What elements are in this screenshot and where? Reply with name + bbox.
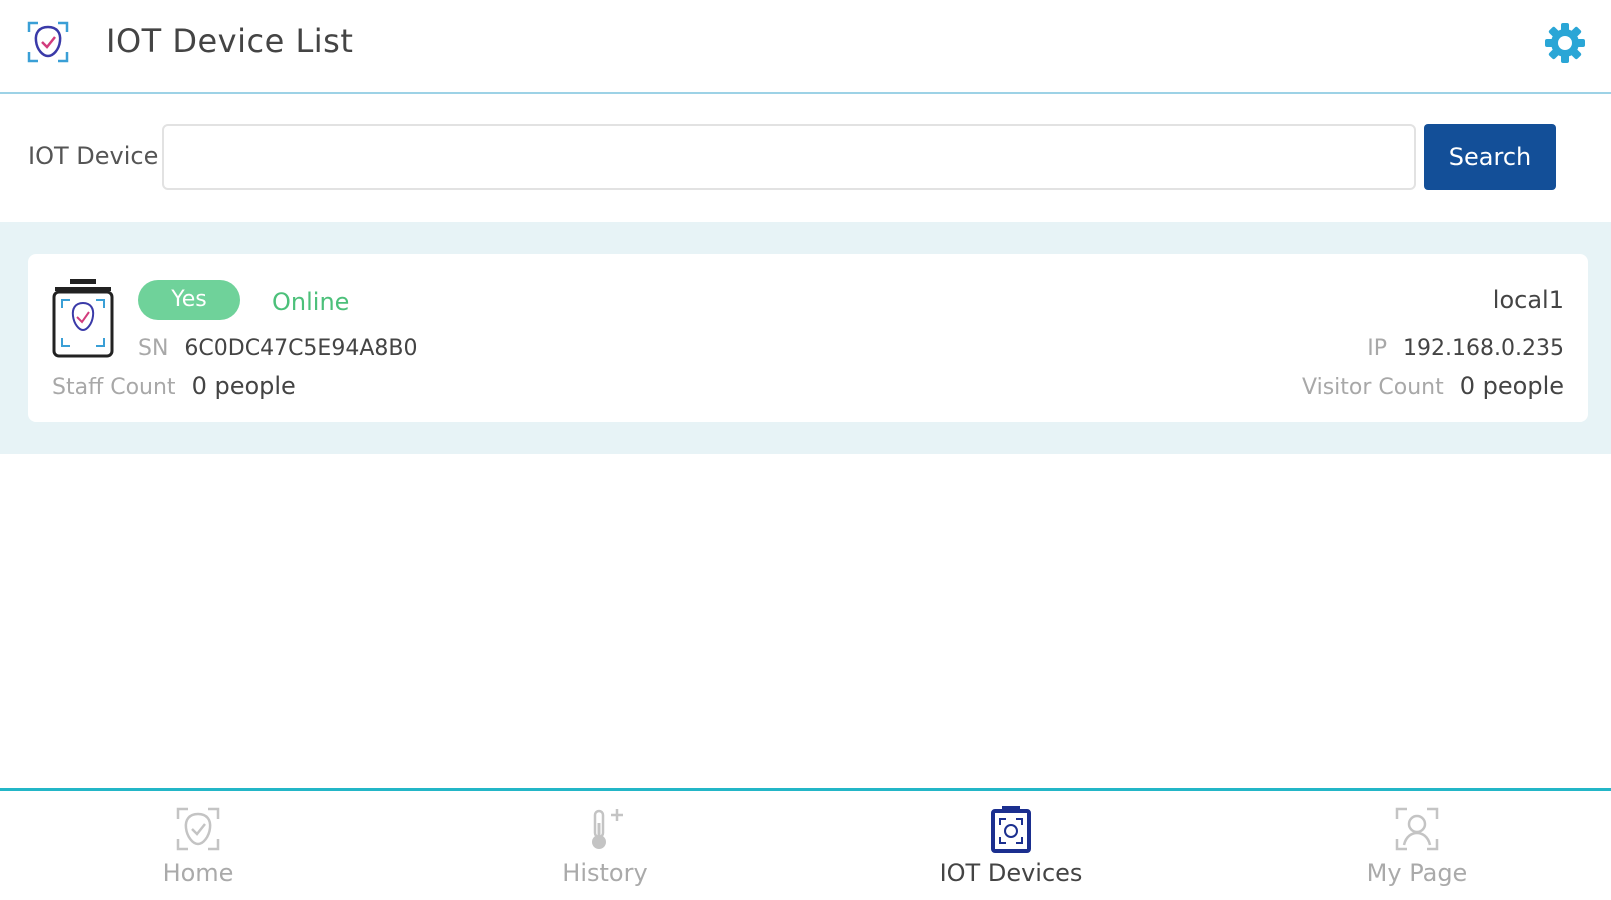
staff-count-label: Staff Count bbox=[52, 375, 176, 400]
search-input[interactable] bbox=[162, 124, 1416, 190]
nav-label-my-page: My Page bbox=[1366, 859, 1468, 887]
visitor-count-label: Visitor Count bbox=[1302, 375, 1444, 400]
app-header: IOT Device List bbox=[0, 0, 1611, 94]
nav-label-history: History bbox=[562, 859, 648, 887]
ip-row: IP 192.168.0.235 bbox=[1367, 336, 1564, 361]
staff-count-value: 0 people bbox=[191, 372, 296, 400]
nav-label-iot-devices: IOT Devices bbox=[939, 859, 1083, 887]
device-terminal-icon bbox=[52, 279, 114, 358]
staff-count-row: Staff Count 0 people bbox=[52, 372, 296, 400]
visitor-count-row: Visitor Count 0 people bbox=[1302, 372, 1564, 400]
nav-item-iot-devices[interactable]: IOT Devices bbox=[911, 805, 1111, 899]
device-name: local1 bbox=[1492, 286, 1564, 314]
page-title: IOT Device List bbox=[106, 22, 354, 60]
nav-label-home: Home bbox=[162, 859, 234, 887]
device-list: Yes Online local1 SN 6C0DC47C5E94A8B0 IP 1… bbox=[0, 222, 1611, 454]
nav-item-home[interactable]: Home bbox=[98, 805, 298, 899]
nav-item-my-page[interactable]: My Page bbox=[1317, 805, 1517, 899]
search-button[interactable]: Search bbox=[1424, 124, 1556, 190]
face-check-icon bbox=[176, 807, 220, 851]
status-badge: Yes bbox=[138, 280, 240, 320]
device-card[interactable]: Yes Online local1 SN 6C0DC47C5E94A8B0 IP 1… bbox=[28, 254, 1588, 422]
gear-icon[interactable] bbox=[1542, 20, 1588, 66]
nav-item-history[interactable]: History bbox=[505, 805, 705, 899]
sn-value: 6C0DC47C5E94A8B0 bbox=[184, 336, 418, 361]
search-label: IOT Device bbox=[28, 142, 159, 170]
device-terminal-icon bbox=[991, 806, 1031, 853]
user-icon bbox=[1395, 807, 1439, 851]
ip-label: IP bbox=[1367, 336, 1388, 361]
thermometer-plus-icon bbox=[592, 809, 623, 849]
face-scan-icon bbox=[27, 21, 69, 63]
ip-value: 192.168.0.235 bbox=[1403, 336, 1564, 361]
search-bar: IOT Device Search bbox=[0, 94, 1611, 222]
sn-label: SN bbox=[138, 336, 169, 361]
serial-number-row: SN 6C0DC47C5E94A8B0 bbox=[138, 336, 417, 361]
bottom-nav: Home History IOT Devices My Page bbox=[0, 788, 1611, 900]
online-status: Online bbox=[272, 288, 350, 316]
visitor-count-value: 0 people bbox=[1459, 372, 1564, 400]
